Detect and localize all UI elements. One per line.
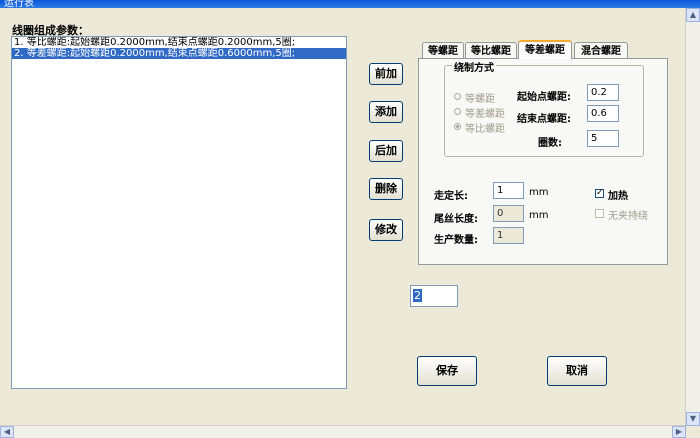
turns-input[interactable]: 5 <box>587 130 619 147</box>
scroll-right-icon[interactable]: ▶ <box>672 426 686 438</box>
tab-mixed-pitch[interactable]: 混合螺距 <box>574 42 628 59</box>
list-item[interactable]: 1. 等比螺距:起始螺距0.2000mm,结束点螺距0.2000mm,5圈; <box>12 37 346 48</box>
add-button[interactable]: 添加 <box>369 101 403 123</box>
window-title: 运行表 <box>0 0 700 8</box>
radio-geometric-pitch-label: 等比螺距 <box>465 124 505 135</box>
end-pitch-label: 结束点螺距: <box>517 114 571 125</box>
production-qty-label: 生产数量: <box>434 235 478 246</box>
radio-equal-pitch[interactable] <box>454 93 461 100</box>
feed-length-input[interactable]: 1 <box>493 182 524 199</box>
scroll-left-icon[interactable]: ◀ <box>0 426 14 438</box>
feed-length-unit: mm <box>529 187 549 198</box>
save-button[interactable]: 保存 <box>417 356 477 386</box>
count-input-value: 2 <box>413 289 422 302</box>
heating-label: 加热 <box>608 191 628 202</box>
no-clamp-checkbox[interactable] <box>595 209 604 218</box>
tail-length-unit: mm <box>529 210 549 221</box>
scroll-up-icon[interactable]: ▲ <box>686 8 700 22</box>
radio-geometric-pitch[interactable] <box>454 123 461 130</box>
start-pitch-label: 起始点螺距: <box>517 92 571 103</box>
production-qty-input[interactable]: 1 <box>493 227 524 244</box>
radio-equal-pitch-label: 等螺距 <box>465 94 495 105</box>
modify-button[interactable]: 修改 <box>369 219 403 241</box>
start-pitch-input[interactable]: 0.2 <box>587 84 619 101</box>
scroll-down-icon[interactable]: ▼ <box>686 412 700 426</box>
heating-checkbox[interactable]: ✓ <box>595 189 604 198</box>
tail-length-label: 尾丝长度: <box>434 214 478 225</box>
delete-button[interactable]: 删除 <box>369 178 403 200</box>
tab-equal-pitch[interactable]: 等螺距 <box>422 42 464 59</box>
tab-geometric-pitch[interactable]: 等比螺距 <box>465 42 517 59</box>
no-clamp-label: 无夹持绕 <box>608 211 648 222</box>
horizontal-scrollbar[interactable]: ◀ ▶ <box>0 425 686 438</box>
coil-params-listbox[interactable]: 1. 等比螺距:起始螺距0.2000mm,结束点螺距0.2000mm,5圈; 2… <box>11 36 347 389</box>
tab-arithmetic-pitch[interactable]: 等差螺距 <box>518 40 572 59</box>
front-add-button[interactable]: 前加 <box>369 63 403 85</box>
end-pitch-input[interactable]: 0.6 <box>587 105 619 122</box>
cancel-button[interactable]: 取消 <box>547 356 607 386</box>
tail-length-input[interactable]: 0 <box>493 205 524 222</box>
feed-length-label: 走定长: <box>434 191 468 202</box>
radio-arithmetic-pitch[interactable] <box>454 108 461 115</box>
winding-method-title: 绕制方式 <box>452 59 496 74</box>
radio-arithmetic-pitch-label: 等差螺距 <box>465 109 505 120</box>
vertical-scrollbar[interactable]: ▲ ▼ <box>685 8 700 426</box>
back-add-button[interactable]: 后加 <box>369 140 403 162</box>
list-item-selected[interactable]: 2. 等差螺距:起始螺距0.2000mm,结束点螺距0.6000mm,5圈; <box>12 48 346 59</box>
turns-label: 圈数: <box>538 138 562 149</box>
count-input[interactable]: 2 <box>410 285 458 307</box>
